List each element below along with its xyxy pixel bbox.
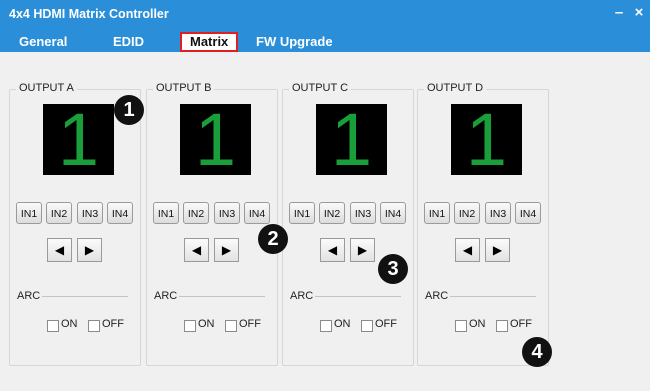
output-d-arc-on-label: ON [469, 318, 486, 330]
tab-general[interactable]: General [19, 32, 67, 52]
minimize-button[interactable]: – [612, 4, 626, 21]
callout-3: 3 [378, 254, 408, 284]
right-arrow-icon: ▶ [84, 243, 95, 257]
tab-fw-upgrade[interactable]: FW Upgrade [256, 32, 333, 52]
output-b-arc-label: ARC [154, 290, 178, 302]
output-c-arc-on-label: ON [334, 318, 351, 330]
output-d-panel: OUTPUT D 1 IN1 IN2 IN3 IN4 ◀ ▶ ARC ON OF… [417, 82, 549, 366]
output-d-arc-on-checkbox[interactable] [455, 320, 467, 332]
output-c-panel: OUTPUT C 1 IN1 IN2 IN3 IN4 ◀ ▶ ARC ON OF… [282, 82, 414, 366]
output-a-in2-button[interactable]: IN2 [46, 202, 72, 224]
output-d-display-value: 1 [465, 98, 508, 181]
tab-matrix[interactable]: Matrix [180, 32, 239, 52]
output-b-prev-button[interactable]: ◀ [184, 238, 209, 262]
output-b-display-value: 1 [194, 98, 237, 181]
output-b-panel: OUTPUT B 1 IN1 IN2 IN3 IN4 ◀ ▶ ARC ON OF… [146, 82, 278, 366]
output-a-label: OUTPUT A [16, 82, 77, 94]
output-a-display: 1 [43, 98, 114, 181]
output-c-arc-off-checkbox[interactable] [361, 320, 373, 332]
output-c-display: 1 [316, 98, 387, 181]
output-b-arc-on-label: ON [198, 318, 215, 330]
output-c-arc-on-checkbox[interactable] [320, 320, 332, 332]
output-d-in4-button[interactable]: IN4 [515, 202, 541, 224]
output-b-arc-off-label: OFF [239, 318, 261, 330]
output-c-in4-button[interactable]: IN4 [380, 202, 406, 224]
output-d-arc-label: ARC [425, 290, 449, 302]
output-b-in2-button[interactable]: IN2 [183, 202, 209, 224]
right-arrow-icon: ▶ [357, 243, 368, 257]
output-a-arc-label: ARC [17, 290, 41, 302]
callout-2: 2 [258, 224, 288, 254]
output-b-in4-button[interactable]: IN4 [244, 202, 270, 224]
output-b-arc-divider [179, 296, 265, 297]
output-d-next-button[interactable]: ▶ [485, 238, 510, 262]
output-a-arc-off-checkbox[interactable] [88, 320, 100, 332]
output-c-arc-off-label: OFF [375, 318, 397, 330]
output-c-label: OUTPUT C [289, 82, 352, 94]
matrix-page: OUTPUT A 1 IN1 IN2 IN3 IN4 ◀ ▶ ARC ON OF… [0, 52, 650, 391]
output-d-arc-off-label: OFF [510, 318, 532, 330]
left-arrow-icon: ◀ [327, 243, 338, 257]
output-d-label: OUTPUT D [424, 82, 487, 94]
output-b-in3-button[interactable]: IN3 [214, 202, 240, 224]
right-arrow-icon: ▶ [492, 243, 503, 257]
output-c-in2-button[interactable]: IN2 [319, 202, 345, 224]
title-bar: 4x4 HDMI Matrix Controller – × General E… [0, 0, 650, 52]
output-c-display-value: 1 [330, 98, 373, 181]
output-c-next-button[interactable]: ▶ [350, 238, 375, 262]
output-a-in3-button[interactable]: IN3 [77, 202, 103, 224]
output-d-in1-button[interactable]: IN1 [424, 202, 450, 224]
output-d-arc-off-checkbox[interactable] [496, 320, 508, 332]
output-a-arc-on-checkbox[interactable] [47, 320, 59, 332]
right-arrow-icon: ▶ [221, 243, 232, 257]
output-b-display: 1 [180, 98, 251, 181]
output-a-prev-button[interactable]: ◀ [47, 238, 72, 262]
close-button[interactable]: × [632, 4, 646, 21]
output-a-panel: OUTPUT A 1 IN1 IN2 IN3 IN4 ◀ ▶ ARC ON OF… [9, 82, 141, 366]
output-a-next-button[interactable]: ▶ [77, 238, 102, 262]
output-b-arc-off-checkbox[interactable] [225, 320, 237, 332]
output-b-next-button[interactable]: ▶ [214, 238, 239, 262]
left-arrow-icon: ◀ [54, 243, 65, 257]
output-b-arc-on-checkbox[interactable] [184, 320, 196, 332]
output-d-display: 1 [451, 98, 522, 181]
output-c-arc-divider [315, 296, 401, 297]
output-b-in1-button[interactable]: IN1 [153, 202, 179, 224]
output-c-arc-label: ARC [290, 290, 314, 302]
output-b-label: OUTPUT B [153, 82, 215, 94]
output-c-in1-button[interactable]: IN1 [289, 202, 315, 224]
window-title: 4x4 HDMI Matrix Controller [9, 7, 169, 21]
output-d-prev-button[interactable]: ◀ [455, 238, 480, 262]
output-d-in3-button[interactable]: IN3 [485, 202, 511, 224]
output-a-in1-button[interactable]: IN1 [16, 202, 42, 224]
output-c-in3-button[interactable]: IN3 [350, 202, 376, 224]
tab-edid[interactable]: EDID [113, 32, 144, 52]
output-a-arc-divider [42, 296, 128, 297]
callout-4: 4 [522, 337, 552, 367]
output-d-arc-divider [450, 296, 536, 297]
left-arrow-icon: ◀ [191, 243, 202, 257]
left-arrow-icon: ◀ [462, 243, 473, 257]
output-c-prev-button[interactable]: ◀ [320, 238, 345, 262]
output-a-arc-off-label: OFF [102, 318, 124, 330]
output-d-in2-button[interactable]: IN2 [454, 202, 480, 224]
output-a-in4-button[interactable]: IN4 [107, 202, 133, 224]
output-a-arc-on-label: ON [61, 318, 78, 330]
output-a-display-value: 1 [57, 98, 100, 181]
callout-1: 1 [114, 95, 144, 125]
